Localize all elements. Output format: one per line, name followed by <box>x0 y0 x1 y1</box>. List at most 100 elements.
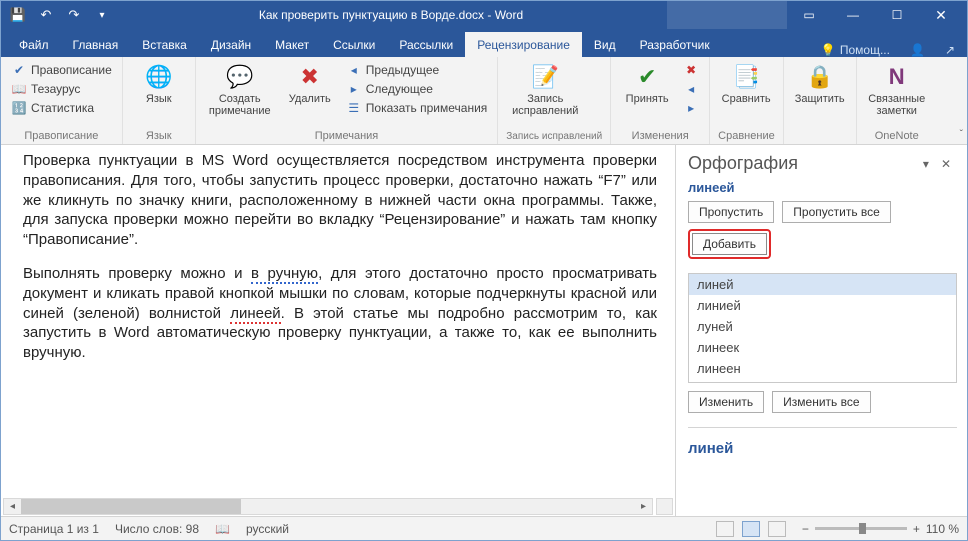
new-comment-button[interactable]: 💬 Создать примечание <box>204 61 276 117</box>
suggestion-item[interactable]: луней <box>689 316 956 337</box>
tab-mailings[interactable]: Рассылки <box>387 32 465 57</box>
suggestions-list[interactable]: линей линией луней линеек линеен <box>688 273 957 383</box>
spelling-button[interactable]: ✔Правописание <box>9 61 114 79</box>
prev-change-button[interactable]: ◂ <box>681 80 701 98</box>
pane-title: Орфография <box>688 153 798 174</box>
book-icon: 📖 <box>11 81 27 97</box>
read-mode-icon[interactable] <box>716 521 734 537</box>
suggestion-item[interactable]: линеен <box>689 358 956 379</box>
language-button[interactable]: 🌐 Язык <box>131 61 187 105</box>
suggestion-item[interactable]: линеек <box>689 337 956 358</box>
tab-layout[interactable]: Макет <box>263 32 321 57</box>
tab-references[interactable]: Ссылки <box>321 32 387 57</box>
account-button[interactable]: 👤 <box>904 43 931 57</box>
ribbon-tabs: Файл Главная Вставка Дизайн Макет Ссылки… <box>1 29 967 57</box>
track-changes-button[interactable]: 📝 Запись исправлений <box>506 61 584 117</box>
pane-close-icon[interactable]: ✕ <box>935 157 957 171</box>
next-icon: ▸ <box>346 81 362 97</box>
zoom-control: − + 110 % <box>802 522 959 536</box>
paragraph-1[interactable]: Проверка пунктуации в MS Word осуществля… <box>23 151 657 250</box>
web-layout-icon[interactable] <box>768 521 786 537</box>
compare-icon: 📑 <box>730 63 762 91</box>
zoom-out-icon[interactable]: − <box>802 522 809 536</box>
print-layout-icon[interactable] <box>742 521 760 537</box>
proofing-icon[interactable]: 📖 <box>215 522 230 536</box>
spelling-error[interactable]: линеей <box>230 305 280 324</box>
language-indicator[interactable]: русский <box>246 522 289 536</box>
close-icon[interactable]: ✕ <box>919 1 963 29</box>
redo-icon[interactable]: ↷ <box>61 4 87 26</box>
window-controls: ▭ ― ☐ ✕ <box>667 1 963 29</box>
paragraph-2[interactable]: Выполнять проверку можно и в ручную, для… <box>23 264 657 363</box>
divider <box>688 427 957 428</box>
qat-customize-icon[interactable]: ▾ <box>89 4 115 26</box>
save-icon[interactable]: 💾 <box>5 4 31 26</box>
change-all-button[interactable]: Изменить все <box>772 391 870 413</box>
tab-view[interactable]: Вид <box>582 32 628 57</box>
zoom-in-icon[interactable]: + <box>913 522 920 536</box>
compare-button[interactable]: 📑 Сравнить <box>718 61 774 105</box>
globe-icon: 🌐 <box>143 63 175 91</box>
ignore-all-button[interactable]: Пропустить все <box>782 201 891 223</box>
page-indicator[interactable]: Страница 1 из 1 <box>9 522 99 536</box>
check-abc-icon: ✔ <box>11 62 27 78</box>
quick-access-toolbar: 💾 ↶ ↷ ▾ <box>5 4 115 26</box>
scroll-thumb[interactable] <box>21 499 241 514</box>
ignore-button[interactable]: Пропустить <box>688 201 774 223</box>
minimize-icon[interactable]: ― <box>831 1 875 29</box>
change-button[interactable]: Изменить <box>688 391 764 413</box>
tab-insert[interactable]: Вставка <box>130 32 199 57</box>
thesaurus-button[interactable]: 📖Тезаурус <box>9 80 114 98</box>
account-icon[interactable] <box>667 1 787 29</box>
tab-review[interactable]: Рецензирование <box>465 32 582 57</box>
grammar-error[interactable]: в ручную <box>251 265 318 284</box>
maximize-icon[interactable]: ☐ <box>875 1 919 29</box>
reject-icon: ✖ <box>683 62 699 78</box>
protect-button[interactable]: 🔒 Защитить <box>792 61 848 105</box>
word-count[interactable]: Число слов: 98 <box>115 522 199 536</box>
document-area[interactable]: Проверка пунктуации в MS Word осуществля… <box>1 145 675 516</box>
track-icon: 📝 <box>529 63 561 91</box>
zoom-slider[interactable] <box>815 527 907 530</box>
group-language: 🌐 Язык Язык <box>123 57 196 144</box>
tell-me[interactable]: 💡Помощ... <box>815 43 896 57</box>
title-bar: 💾 ↶ ↷ ▾ Как проверить пунктуацию в Ворде… <box>1 1 967 29</box>
horizontal-scrollbar[interactable]: ◂ ▸ <box>3 498 653 515</box>
word-count-button[interactable]: 🔢Статистика <box>9 99 114 117</box>
zoom-level[interactable]: 110 % <box>926 522 959 536</box>
selected-suggestion: линей <box>688 440 957 457</box>
share-button[interactable]: ↗ <box>939 43 961 57</box>
next-change-icon: ▸ <box>683 100 699 116</box>
prev-comment-button[interactable]: ◂Предыдущее <box>344 61 490 79</box>
reject-button[interactable]: ✖ <box>681 61 701 79</box>
pane-options-icon[interactable]: ▾ <box>917 157 935 171</box>
tab-home[interactable]: Главная <box>61 32 131 57</box>
onenote-icon: N <box>881 63 913 91</box>
show-comments-button[interactable]: ☰Показать примечания <box>344 99 490 117</box>
undo-icon[interactable]: ↶ <box>33 4 59 26</box>
group-proofing: ✔Правописание 📖Тезаурус 🔢Статистика Прав… <box>1 57 123 144</box>
misspelled-word: линеей <box>688 180 957 195</box>
group-changes: ✔ Принять ✖ ◂ ▸ Изменения <box>611 57 710 144</box>
scroll-left-icon[interactable]: ◂ <box>4 501 21 512</box>
suggestion-item[interactable]: линией <box>689 295 956 316</box>
accept-button[interactable]: ✔ Принять <box>619 61 675 105</box>
ribbon-display-icon[interactable]: ▭ <box>787 1 831 29</box>
linked-notes-button[interactable]: N Связанные заметки <box>865 61 929 117</box>
next-comment-button[interactable]: ▸Следующее <box>344 80 490 98</box>
scroll-right-icon[interactable]: ▸ <box>635 501 652 512</box>
collapse-ribbon-icon[interactable]: ˇ <box>960 129 963 140</box>
tab-design[interactable]: Дизайн <box>199 32 263 57</box>
workspace: Проверка пунктуации в MS Word осуществля… <box>1 145 967 516</box>
prev-icon: ◂ <box>346 62 362 78</box>
suggestion-item[interactable]: линей <box>689 274 956 295</box>
tab-file[interactable]: Файл <box>7 32 61 57</box>
delete-comment-button[interactable]: ✖ Удалить <box>282 61 338 105</box>
tab-developer[interactable]: Разработчик <box>628 32 722 57</box>
comment-icon: 💬 <box>224 63 256 91</box>
stats-icon: 🔢 <box>11 100 27 116</box>
document-page[interactable]: Проверка пунктуации в MS Word осуществля… <box>1 145 675 369</box>
add-to-dictionary-button[interactable]: Добавить <box>692 233 767 255</box>
next-change-button[interactable]: ▸ <box>681 99 701 117</box>
status-bar: Страница 1 из 1 Число слов: 98 📖 русский… <box>1 516 967 540</box>
